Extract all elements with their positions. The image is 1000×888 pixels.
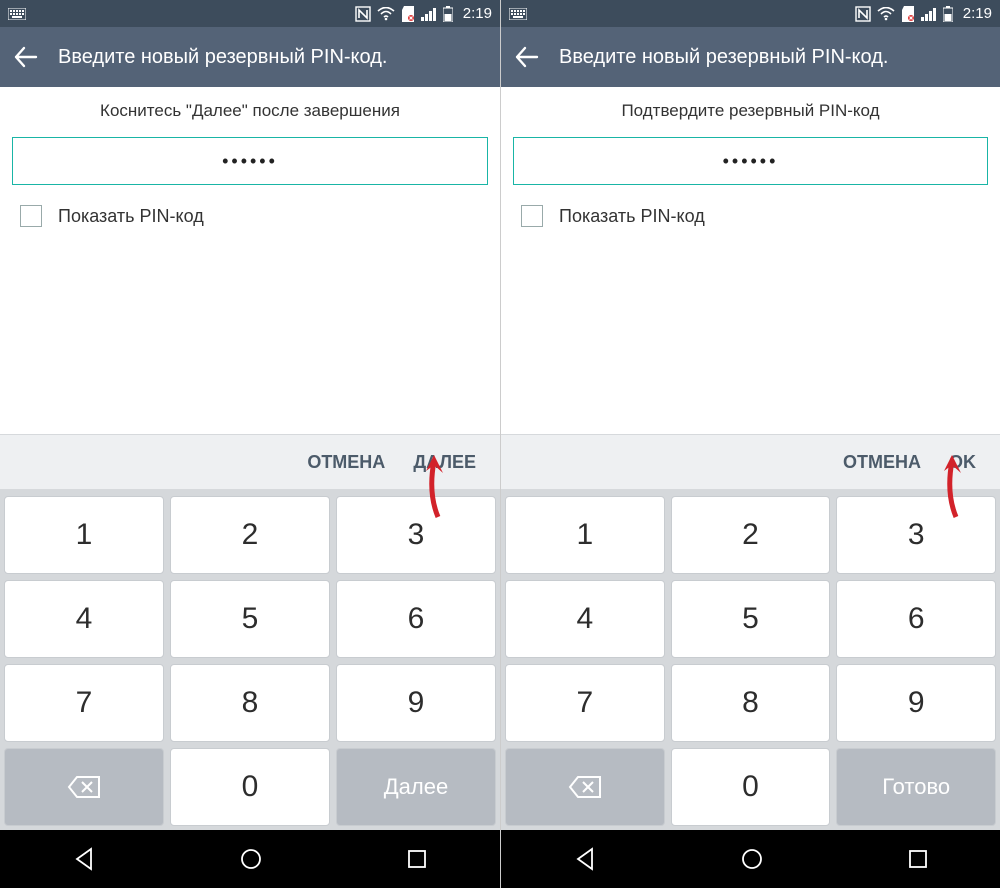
wifi-icon	[877, 7, 895, 21]
sd-card-icon	[901, 6, 915, 22]
nav-back-button[interactable]	[572, 846, 598, 872]
nav-recent-button[interactable]	[906, 847, 930, 871]
statusbar: 2:19	[501, 0, 1000, 27]
content: Коснитесь "Далее" после завершения •••••…	[0, 87, 500, 434]
backspace-icon	[568, 775, 602, 799]
key-1[interactable]: 1	[505, 496, 665, 574]
back-button[interactable]	[513, 44, 539, 70]
key-4[interactable]: 4	[4, 580, 164, 658]
nav-home-button[interactable]	[238, 846, 264, 872]
key-1[interactable]: 1	[4, 496, 164, 574]
instruction-text: Подтвердите резервный PIN-код	[513, 101, 988, 121]
key-2[interactable]: 2	[671, 496, 831, 574]
nfc-icon	[355, 6, 371, 22]
actionbar: ОТМЕНА OK	[501, 434, 1000, 490]
key-7[interactable]: 7	[505, 664, 665, 742]
key-backspace[interactable]	[505, 748, 665, 826]
key-6[interactable]: 6	[836, 580, 996, 658]
key-2[interactable]: 2	[170, 496, 330, 574]
screen-right: 2:19 Введите новый резервный PIN-код. По…	[500, 0, 1000, 888]
show-pin-checkbox[interactable]	[521, 205, 543, 227]
actionbar: ОТМЕНА ДАЛЕЕ	[0, 434, 500, 490]
key-0[interactable]: 0	[170, 748, 330, 826]
nav-recent-button[interactable]	[405, 847, 429, 871]
show-pin-row[interactable]: Показать PIN-код	[12, 203, 488, 229]
numeric-keypad: 1 2 3 4 5 6 7 8 9 0 Далее	[0, 490, 500, 830]
key-6[interactable]: 6	[336, 580, 496, 658]
statusbar-time: 2:19	[963, 5, 992, 22]
statusbar: 2:19	[0, 0, 500, 27]
content: Подтвердите резервный PIN-код •••••• Пок…	[501, 87, 1000, 434]
appbar: Введите новый резервный PIN-код.	[501, 27, 1000, 87]
nfc-icon	[855, 6, 871, 22]
nav-home-button[interactable]	[739, 846, 765, 872]
key-5[interactable]: 5	[170, 580, 330, 658]
page-title: Введите новый резервный PIN-код.	[559, 46, 888, 69]
key-5[interactable]: 5	[671, 580, 831, 658]
signal-icon	[421, 7, 437, 21]
numeric-keypad: 1 2 3 4 5 6 7 8 9 0 Готово	[501, 490, 1000, 830]
signal-icon	[921, 7, 937, 21]
show-pin-checkbox[interactable]	[20, 205, 42, 227]
page-title: Введите новый резервный PIN-код.	[58, 46, 387, 69]
key-8[interactable]: 8	[170, 664, 330, 742]
key-4[interactable]: 4	[505, 580, 665, 658]
confirm-button[interactable]: ДАЛЕЕ	[413, 452, 476, 473]
appbar: Введите новый резервный PIN-код.	[0, 27, 500, 87]
confirm-button[interactable]: OK	[949, 452, 976, 473]
backspace-icon	[67, 775, 101, 799]
show-pin-label: Показать PIN-код	[559, 206, 705, 227]
nav-back-button[interactable]	[71, 846, 97, 872]
screen-left: 2:19 Введите новый резервный PIN-код. Ко…	[0, 0, 500, 888]
battery-icon	[443, 6, 453, 22]
key-9[interactable]: 9	[336, 664, 496, 742]
key-3[interactable]: 3	[336, 496, 496, 574]
keyboard-icon	[509, 8, 527, 20]
statusbar-time: 2:19	[463, 5, 492, 22]
pin-input[interactable]: ••••••	[513, 137, 988, 185]
show-pin-row[interactable]: Показать PIN-код	[513, 203, 988, 229]
wifi-icon	[377, 7, 395, 21]
back-button[interactable]	[12, 44, 38, 70]
show-pin-label: Показать PIN-код	[58, 206, 204, 227]
cancel-button[interactable]: ОТМЕНА	[843, 452, 921, 473]
pin-input[interactable]: ••••••	[12, 137, 488, 185]
key-7[interactable]: 7	[4, 664, 164, 742]
android-navbar	[501, 830, 1000, 888]
instruction-text: Коснитесь "Далее" после завершения	[12, 101, 488, 121]
key-0[interactable]: 0	[671, 748, 831, 826]
key-backspace[interactable]	[4, 748, 164, 826]
keyboard-icon	[8, 8, 26, 20]
key-3[interactable]: 3	[836, 496, 996, 574]
key-done[interactable]: Готово	[836, 748, 996, 826]
sd-card-icon	[401, 6, 415, 22]
key-next[interactable]: Далее	[336, 748, 496, 826]
key-8[interactable]: 8	[671, 664, 831, 742]
battery-icon	[943, 6, 953, 22]
cancel-button[interactable]: ОТМЕНА	[307, 452, 385, 473]
android-navbar	[0, 830, 500, 888]
key-9[interactable]: 9	[836, 664, 996, 742]
